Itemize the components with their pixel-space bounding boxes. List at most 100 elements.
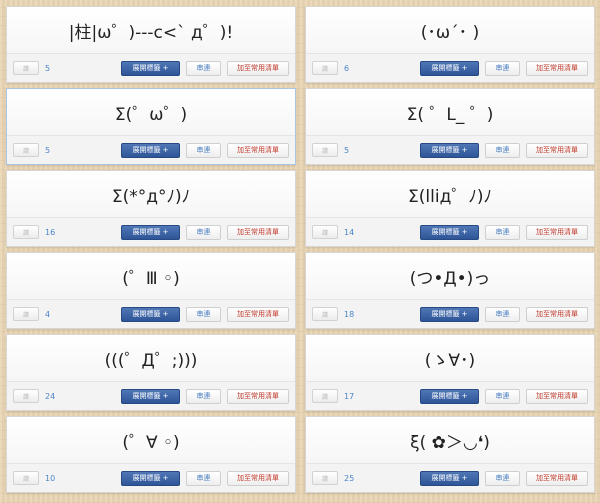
link-button[interactable]: 串連 [186, 306, 221, 322]
like-count: 5 [45, 145, 51, 155]
kaomoji-card: Σ(lliд゜ﾉ)ﾉ 讚 14 展開標籤 + 串連 加至常用清單 [305, 170, 595, 247]
card-action-bar: 讚 5 展開標籤 + 串連 加至常用清單 [7, 135, 295, 164]
expand-tags-button[interactable]: 展開標籤 + [121, 142, 180, 158]
like-count: 6 [344, 63, 350, 73]
card-action-bar: 讚 16 展開標籤 + 串連 加至常用清單 [7, 217, 295, 246]
like-count: 25 [344, 473, 355, 483]
kaomoji-text[interactable]: (゜∀ ◦) [7, 417, 295, 463]
expand-tags-button[interactable]: 展開標籤 + [121, 306, 180, 322]
add-to-favorites-button[interactable]: 加至常用清單 [227, 470, 289, 486]
add-to-favorites-button[interactable]: 加至常用清單 [526, 388, 588, 404]
kaomoji-text[interactable]: (ゝ∀･) [306, 335, 594, 381]
kaomoji-card: (つ•Д•)っ 讚 18 展開標籤 + 串連 加至常用清單 [305, 252, 595, 329]
kaomoji-card: Σ(*°д°ﾉ)ﾉ 讚 16 展開標籤 + 串連 加至常用清單 [6, 170, 296, 247]
card-buttons: 展開標籤 + 串連 加至常用清單 [420, 142, 588, 158]
like-button[interactable]: 讚 [13, 225, 39, 239]
kaomoji-card: Σ( ゜L_ ゜) 讚 5 展開標籤 + 串連 加至常用清單 [305, 88, 595, 165]
kaomoji-text[interactable]: (゜Ⅲ ◦) [7, 253, 295, 299]
kaomoji-text[interactable]: (((゜Д゜;))) [7, 335, 295, 381]
card-action-bar: 讚 5 展開標籤 + 串連 加至常用清單 [7, 53, 295, 82]
like-count: 5 [344, 145, 350, 155]
kaomoji-card: (゜∀ ◦) 讚 10 展開標籤 + 串連 加至常用清單 [6, 416, 296, 493]
card-action-bar: 讚 10 展開標籤 + 串連 加至常用清單 [7, 463, 295, 492]
add-to-favorites-button[interactable]: 加至常用清單 [227, 306, 289, 322]
like-button[interactable]: 讚 [312, 389, 338, 403]
add-to-favorites-button[interactable]: 加至常用清單 [526, 306, 588, 322]
kaomoji-card: Σ(゜ω゜) 讚 5 展開標籤 + 串連 加至常用清單 [6, 88, 296, 165]
like-button[interactable]: 讚 [13, 61, 39, 75]
link-button[interactable]: 串連 [186, 470, 221, 486]
link-button[interactable]: 串連 [485, 306, 520, 322]
link-button[interactable]: 串連 [186, 388, 221, 404]
expand-tags-button[interactable]: 展開標籤 + [420, 306, 479, 322]
card-action-bar: 讚 6 展開標籤 + 串連 加至常用清單 [306, 53, 594, 82]
like-button[interactable]: 讚 [13, 471, 39, 485]
expand-tags-button[interactable]: 展開標籤 + [121, 60, 180, 76]
card-buttons: 展開標籤 + 串連 加至常用清單 [121, 224, 289, 240]
card-buttons: 展開標籤 + 串連 加至常用清單 [121, 470, 289, 486]
add-to-favorites-button[interactable]: 加至常用清單 [227, 60, 289, 76]
card-action-bar: 讚 17 展開標籤 + 串連 加至常用清單 [306, 381, 594, 410]
kaomoji-text[interactable]: |柱|ω゜)---c<` д゜)! [7, 7, 295, 53]
link-button[interactable]: 串連 [485, 142, 520, 158]
like-button[interactable]: 讚 [312, 143, 338, 157]
card-buttons: 展開標籤 + 串連 加至常用清單 [420, 60, 588, 76]
like-button[interactable]: 讚 [13, 389, 39, 403]
add-to-favorites-button[interactable]: 加至常用清單 [526, 60, 588, 76]
expand-tags-button[interactable]: 展開標籤 + [121, 470, 180, 486]
kaomoji-text[interactable]: ξ( ✿＞◡❛) [306, 417, 594, 463]
like-button[interactable]: 讚 [312, 471, 338, 485]
link-button[interactable]: 串連 [485, 388, 520, 404]
like-count: 4 [45, 309, 51, 319]
link-button[interactable]: 串連 [485, 224, 520, 240]
expand-tags-button[interactable]: 展開標籤 + [420, 142, 479, 158]
add-to-favorites-button[interactable]: 加至常用清單 [526, 142, 588, 158]
add-to-favorites-button[interactable]: 加至常用清單 [227, 224, 289, 240]
add-to-favorites-button[interactable]: 加至常用清單 [526, 224, 588, 240]
like-button[interactable]: 讚 [13, 307, 39, 321]
expand-tags-button[interactable]: 展開標籤 + [420, 224, 479, 240]
kaomoji-card: ξ( ✿＞◡❛) 讚 25 展開標籤 + 串連 加至常用清單 [305, 416, 595, 493]
kaomoji-text[interactable]: Σ(lliд゜ﾉ)ﾉ [306, 171, 594, 217]
card-buttons: 展開標籤 + 串連 加至常用清單 [121, 142, 289, 158]
add-to-favorites-button[interactable]: 加至常用清單 [227, 388, 289, 404]
expand-tags-button[interactable]: 展開標籤 + [420, 470, 479, 486]
kaomoji-text[interactable]: Σ(゜ω゜) [7, 89, 295, 135]
link-button[interactable]: 串連 [186, 60, 221, 76]
card-buttons: 展開標籤 + 串連 加至常用清單 [121, 306, 289, 322]
kaomoji-text[interactable]: (つ•Д•)っ [306, 253, 594, 299]
kaomoji-card: (((゜Д゜;))) 讚 24 展開標籤 + 串連 加至常用清單 [6, 334, 296, 411]
card-buttons: 展開標籤 + 串連 加至常用清單 [420, 306, 588, 322]
expand-tags-button[interactable]: 展開標籤 + [420, 60, 479, 76]
kaomoji-grid: |柱|ω゜)---c<` д゜)! 讚 5 展開標籤 + 串連 加至常用清單 (… [6, 6, 595, 493]
add-to-favorites-button[interactable]: 加至常用清單 [526, 470, 588, 486]
card-action-bar: 讚 25 展開標籤 + 串連 加至常用清單 [306, 463, 594, 492]
add-to-favorites-button[interactable]: 加至常用清單 [227, 142, 289, 158]
kaomoji-card: (ゝ∀･) 讚 17 展開標籤 + 串連 加至常用清單 [305, 334, 595, 411]
link-button[interactable]: 串連 [485, 60, 520, 76]
card-action-bar: 讚 14 展開標籤 + 串連 加至常用清單 [306, 217, 594, 246]
like-count: 16 [45, 227, 56, 237]
card-buttons: 展開標籤 + 串連 加至常用清單 [420, 388, 588, 404]
like-count: 14 [344, 227, 355, 237]
card-action-bar: 讚 5 展開標籤 + 串連 加至常用清單 [306, 135, 594, 164]
like-count: 18 [344, 309, 355, 319]
kaomoji-text[interactable]: Σ(*°д°ﾉ)ﾉ [7, 171, 295, 217]
card-buttons: 展開標籤 + 串連 加至常用清單 [121, 388, 289, 404]
like-button[interactable]: 讚 [13, 143, 39, 157]
card-action-bar: 讚 4 展開標籤 + 串連 加至常用清單 [7, 299, 295, 328]
card-action-bar: 讚 24 展開標籤 + 串連 加至常用清單 [7, 381, 295, 410]
link-button[interactable]: 串連 [485, 470, 520, 486]
like-button[interactable]: 讚 [312, 61, 338, 75]
kaomoji-text[interactable]: (･ω´･ ) [306, 7, 594, 53]
expand-tags-button[interactable]: 展開標籤 + [121, 224, 180, 240]
kaomoji-text[interactable]: Σ( ゜L_ ゜) [306, 89, 594, 135]
expand-tags-button[interactable]: 展開標籤 + [121, 388, 180, 404]
like-button[interactable]: 讚 [312, 225, 338, 239]
like-count: 17 [344, 391, 355, 401]
expand-tags-button[interactable]: 展開標籤 + [420, 388, 479, 404]
link-button[interactable]: 串連 [186, 142, 221, 158]
kaomoji-card: |柱|ω゜)---c<` д゜)! 讚 5 展開標籤 + 串連 加至常用清單 [6, 6, 296, 83]
link-button[interactable]: 串連 [186, 224, 221, 240]
like-button[interactable]: 讚 [312, 307, 338, 321]
